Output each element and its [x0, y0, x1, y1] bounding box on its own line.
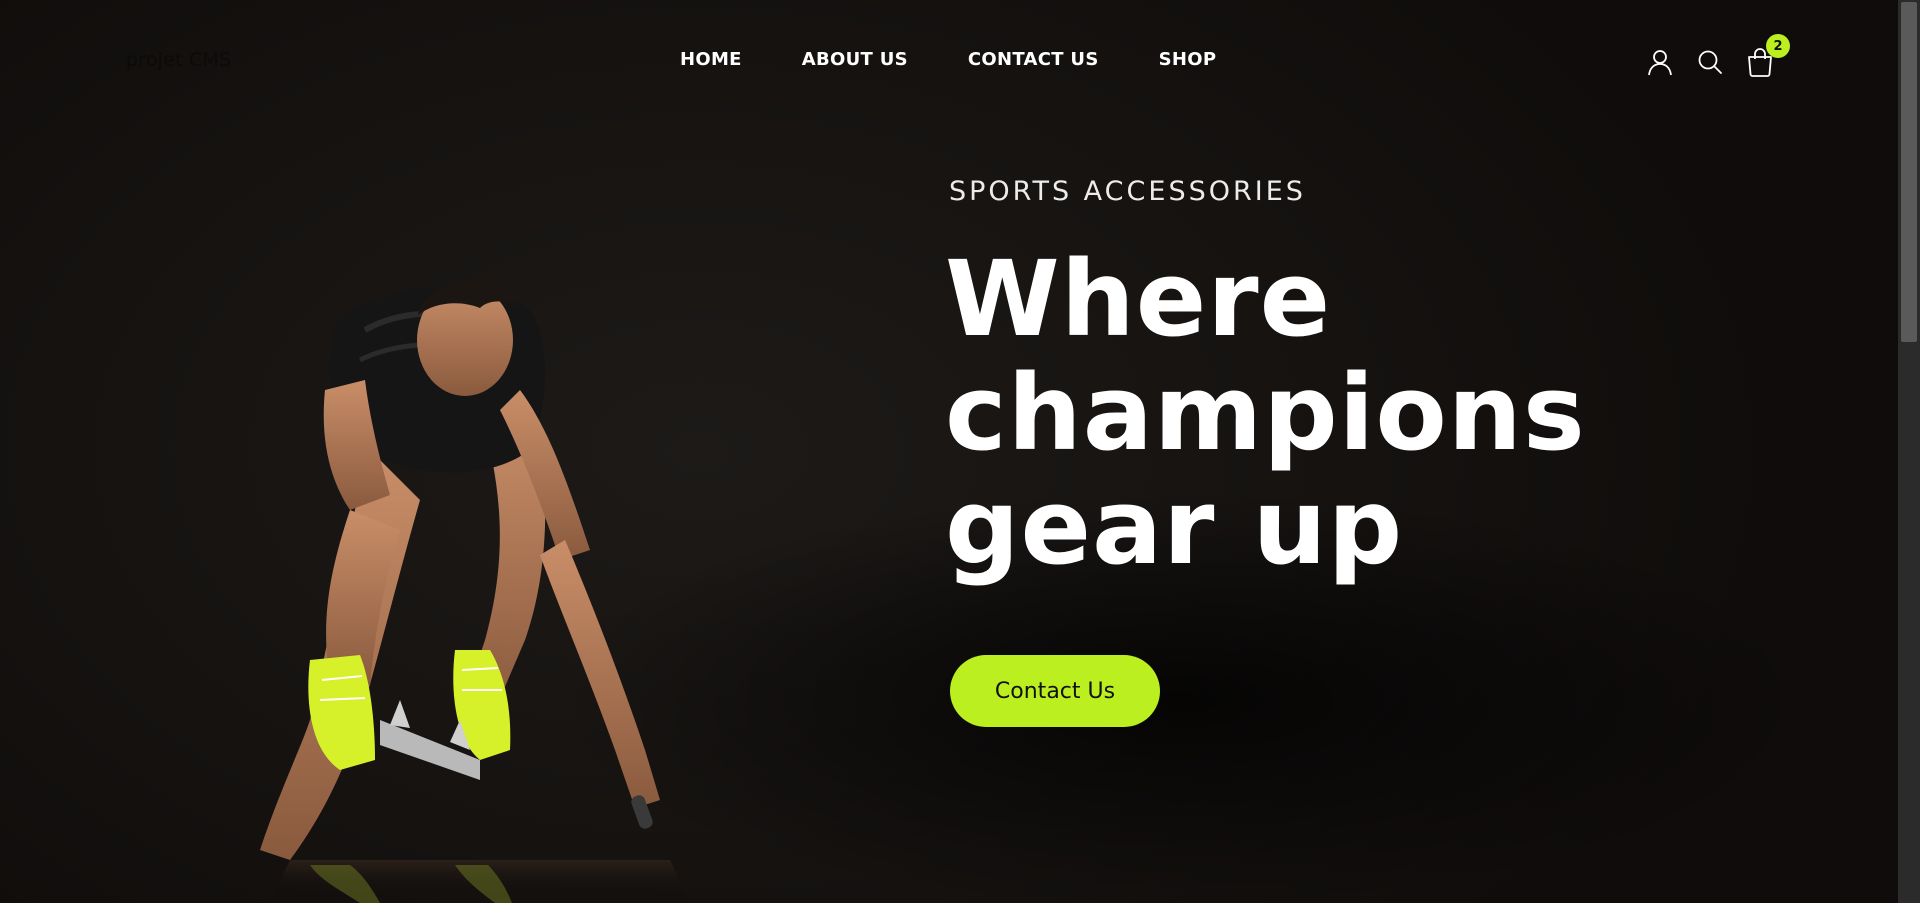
- nav-item-shop[interactable]: SHOP: [1159, 48, 1217, 72]
- user-icon: [1648, 50, 1672, 76]
- page: projet CMS HOME ABOUT US CONTACT US SHOP: [0, 0, 1920, 903]
- cart-button[interactable]: 2: [1740, 34, 1790, 82]
- headline-line: Where: [945, 238, 1332, 360]
- headline-line: champions: [945, 352, 1586, 474]
- sprinter-photo: [260, 280, 690, 903]
- search-button[interactable]: [1690, 42, 1730, 82]
- nav-item-about-us[interactable]: ABOUT US: [802, 48, 908, 72]
- hero-headline: Where champions gear up: [945, 242, 1845, 584]
- search-icon: [1698, 50, 1722, 74]
- nav-item-home[interactable]: HOME: [680, 48, 742, 72]
- nav-item-contact-us[interactable]: CONTACT US: [968, 48, 1099, 72]
- header-actions: 2: [1640, 34, 1790, 82]
- site-header: projet CMS HOME ABOUT US CONTACT US SHOP: [0, 0, 1898, 120]
- contact-us-button[interactable]: Contact Us: [950, 655, 1160, 727]
- brand-logo[interactable]: projet CMS: [126, 49, 231, 71]
- headline-line: gear up: [945, 466, 1404, 588]
- account-button[interactable]: [1640, 42, 1680, 82]
- main-nav: HOME ABOUT US CONTACT US SHOP: [680, 48, 1216, 72]
- hero-eyebrow: SPORTS ACCESSORIES: [949, 176, 1306, 207]
- scrollbar-thumb[interactable]: [1901, 2, 1917, 342]
- cart-count-badge: 2: [1766, 34, 1790, 58]
- scrollbar[interactable]: [1898, 0, 1920, 903]
